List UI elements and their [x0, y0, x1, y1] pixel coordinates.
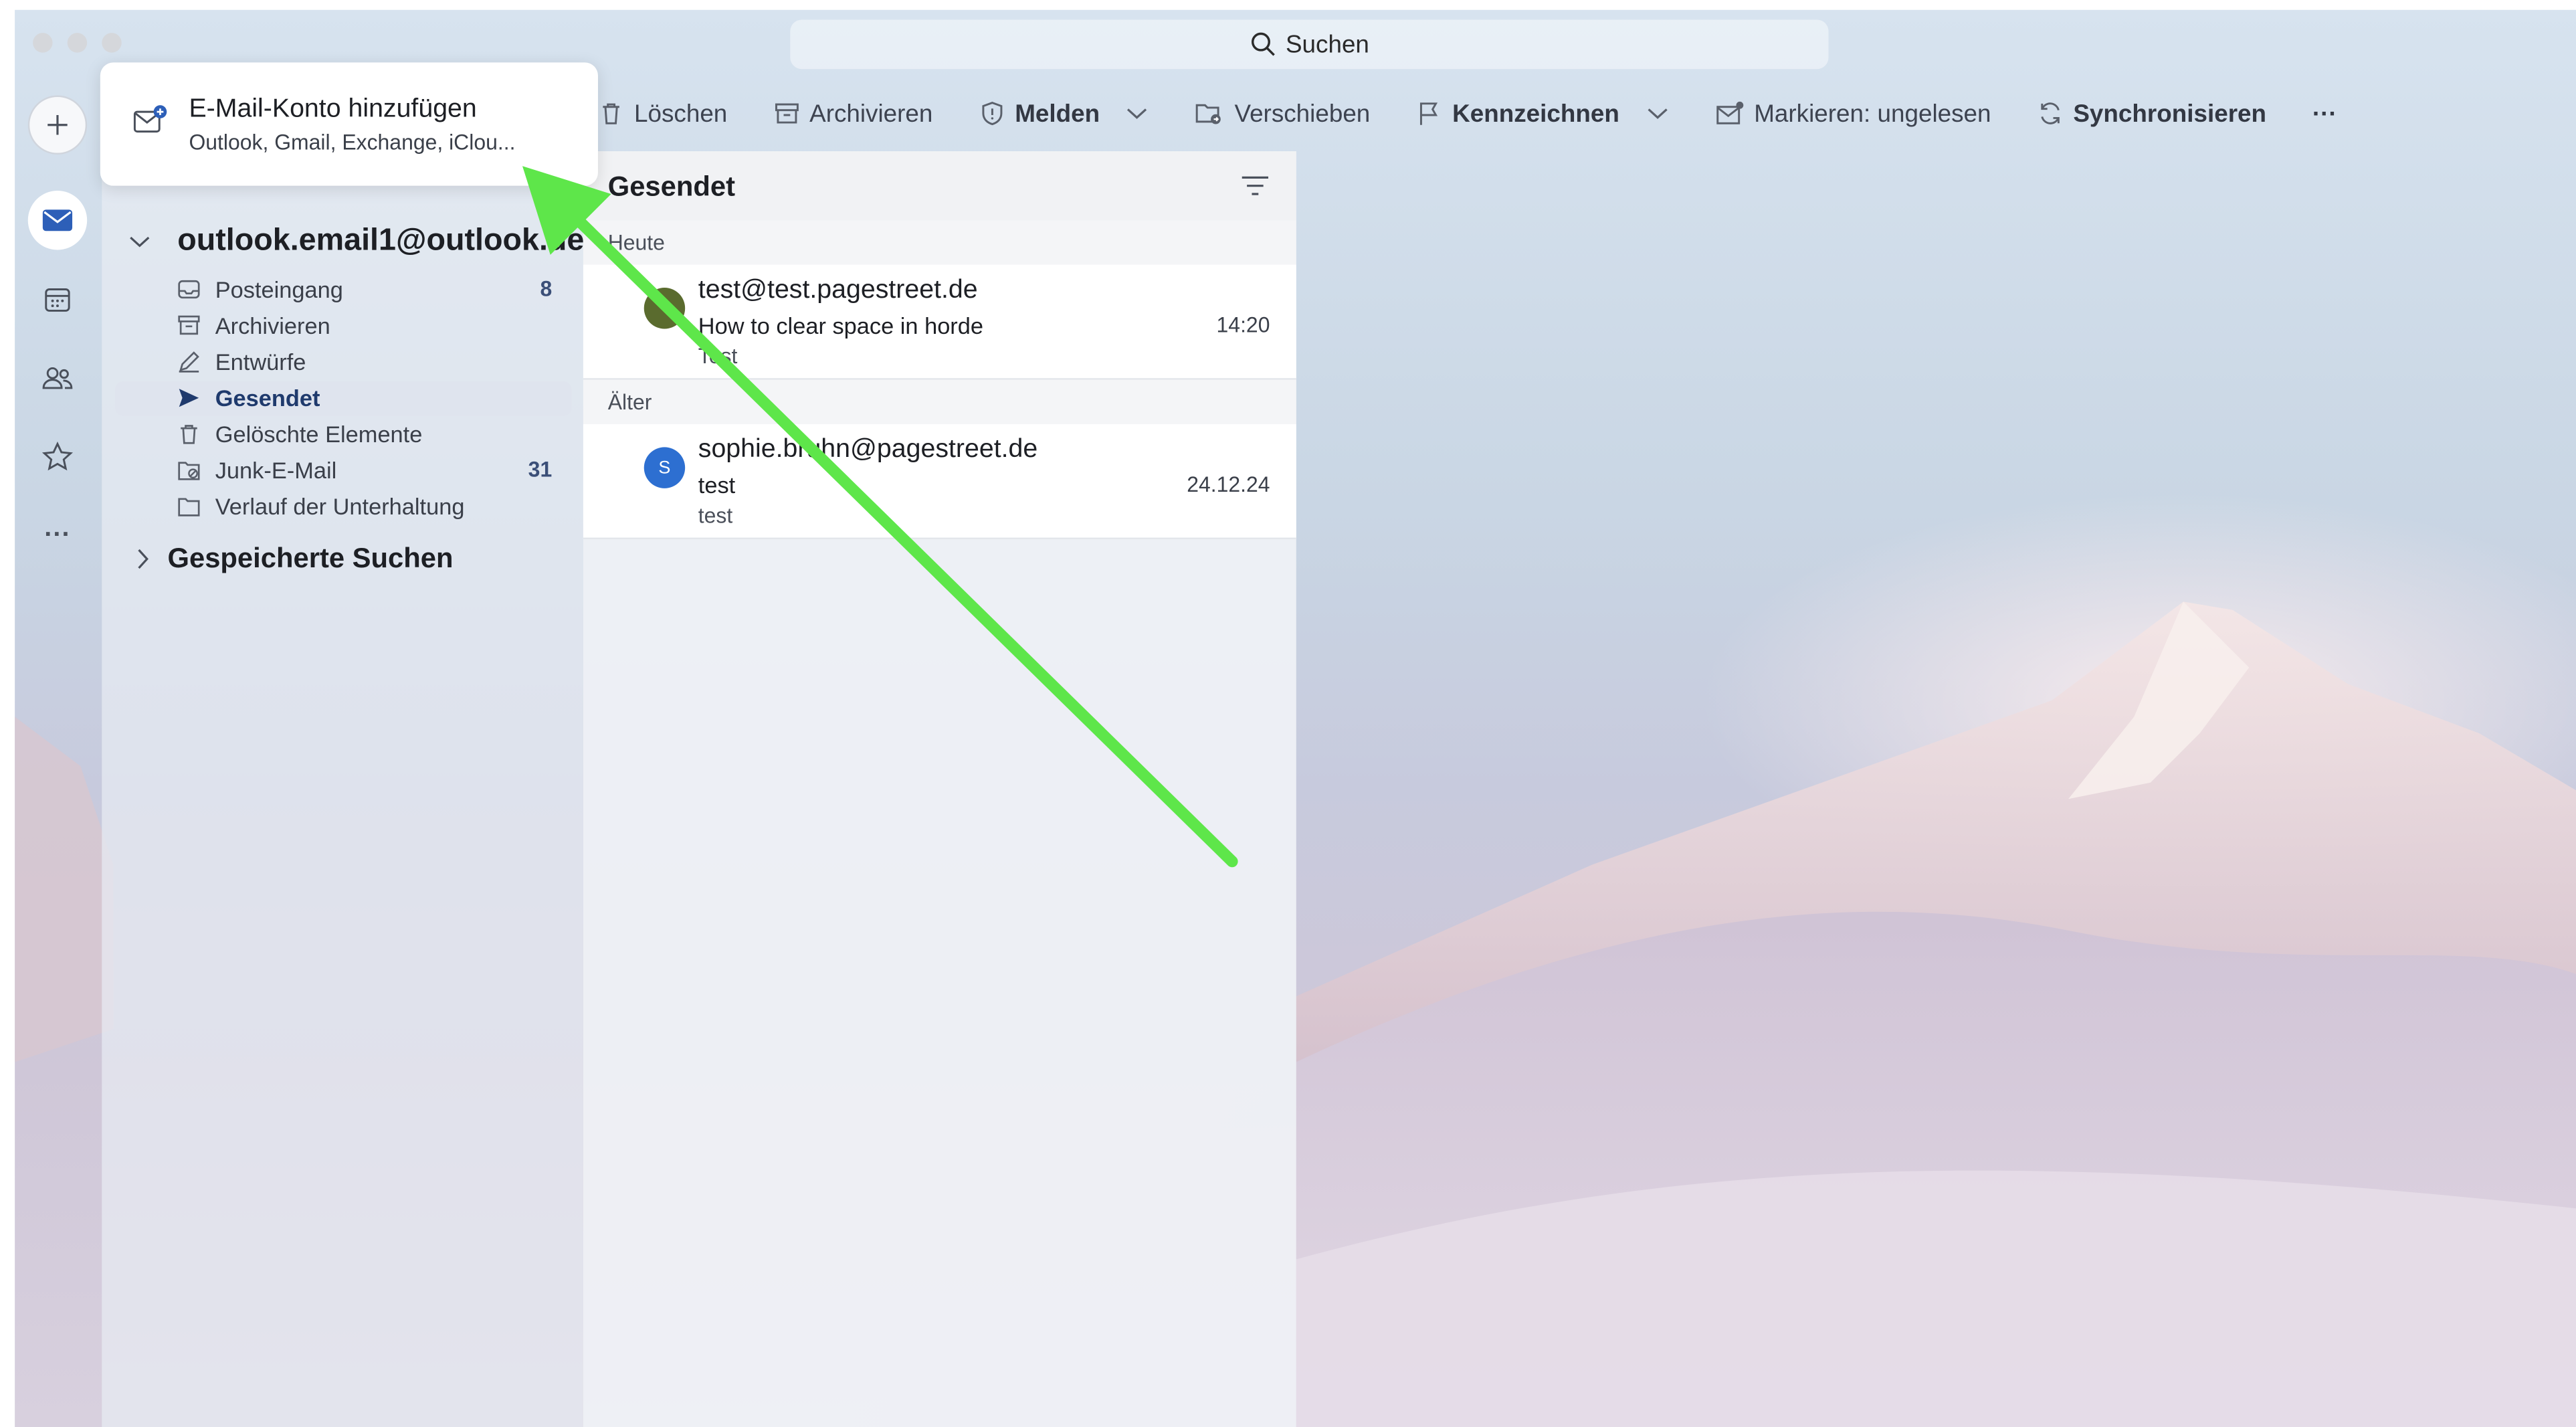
chevron-right-icon [138, 549, 148, 569]
avatar [643, 288, 686, 329]
message-preview: Test [698, 343, 738, 369]
search-label: Suchen [1285, 30, 1369, 59]
flag-button[interactable]: Kennzeichnen [1416, 99, 1668, 128]
message-list-header: Gesendet [583, 151, 1296, 221]
folder-label: Junk-E-Mail [215, 457, 337, 484]
star-icon [41, 442, 74, 471]
chevron-down-icon [130, 236, 150, 248]
report-button[interactable]: Melden [979, 99, 1149, 128]
search-icon [1250, 32, 1274, 56]
folder-label: Archivieren [215, 312, 330, 339]
shield-icon [981, 102, 1002, 126]
people-icon [42, 367, 73, 389]
delete-button[interactable]: Löschen [598, 99, 728, 128]
more-apps-label: ··· [44, 520, 71, 549]
plus-icon [47, 115, 68, 135]
calendar-app-button[interactable] [28, 270, 87, 328]
chevron-down-icon[interactable] [1646, 105, 1668, 122]
add-mail-account-icon [133, 105, 167, 133]
app-rail: ··· [15, 76, 102, 1427]
toolbar: Löschen Archivieren Melden Verschieben K… [598, 89, 2576, 138]
move-button[interactable]: Verschieben [1195, 99, 1371, 128]
avatar: S [643, 447, 686, 488]
unread-count: 8 [540, 276, 553, 301]
archive-button[interactable]: Archivieren [773, 99, 933, 128]
move-label: Verschieben [1234, 99, 1371, 128]
folder-move-icon [1196, 104, 1221, 124]
folder-label: Verlauf der Unterhaltung [215, 493, 465, 520]
folder-inbox[interactable]: Posteingang 8 [115, 273, 572, 308]
mark-unread-label: Markieren: ungelesen [1754, 99, 1991, 128]
trash-icon [603, 103, 619, 124]
mail-app-button[interactable] [27, 191, 88, 250]
archive-icon [775, 103, 799, 124]
folder-drafts[interactable]: Entwürfe [115, 345, 572, 380]
folder-label: Gesendet [215, 385, 320, 411]
calendar-icon [45, 288, 70, 312]
folder-archive[interactable]: Archivieren [115, 309, 572, 344]
archive-label: Archivieren [809, 99, 933, 128]
folder-junk[interactable]: Junk-E-Mail 31 [115, 454, 572, 488]
flag-icon [1419, 102, 1438, 125]
message-subject: How to clear space in horde [698, 312, 984, 339]
more-apps-button[interactable]: ··· [28, 506, 87, 565]
account-name: outlook.email1@outlook.de [177, 223, 585, 258]
trash-icon [181, 425, 197, 444]
unread-count: 31 [528, 457, 553, 482]
folder-deleted[interactable]: Gelöschte Elemente [115, 417, 572, 452]
minimize-window-button[interactable] [67, 33, 88, 53]
popup-subtitle: Outlook, Gmail, Exchange, iClou... [189, 130, 516, 155]
flag-label: Kennzeichnen [1452, 99, 1619, 128]
people-app-button[interactable] [28, 349, 87, 407]
folder-icon [178, 498, 200, 516]
outlook-window: Suchen Löschen Archivieren Melden Versch… [15, 9, 2576, 1427]
message-list-title: Gesendet [607, 171, 736, 203]
message-time: 24.12.24 [1187, 472, 1270, 497]
saved-searches-label: Gespeicherte Suchen [167, 542, 454, 574]
junk-folder-icon [178, 462, 200, 480]
folder-label: Entwürfe [215, 348, 306, 375]
message-item[interactable]: S sophie.bruhn@pagestreet.de test test 2… [583, 424, 1296, 540]
more-options-button[interactable]: ··· [2312, 100, 2337, 128]
mail-icon [42, 209, 73, 231]
delete-label: Löschen [634, 99, 728, 128]
message-time: 14:20 [1216, 312, 1270, 337]
window-controls [33, 33, 122, 53]
favorites-app-button[interactable] [28, 427, 87, 486]
pencil-icon [179, 351, 199, 373]
chevron-down-icon[interactable] [1126, 105, 1149, 122]
message-subject: test [698, 472, 736, 498]
add-account-popup[interactable]: E-Mail-Konto hinzufügen Outlook, Gmail, … [100, 62, 598, 186]
message-sender: sophie.bruhn@pagestreet.de [698, 436, 1038, 464]
close-window-button[interactable] [33, 33, 53, 53]
more-label: ··· [2312, 99, 2337, 128]
envelope-unread-icon [1716, 101, 1743, 124]
filter-icon[interactable] [1240, 174, 1270, 197]
zoom-window-button[interactable] [102, 33, 122, 53]
sync-button[interactable]: Synchronisieren [2037, 99, 2267, 128]
folder-sent[interactable]: Gesendet [114, 381, 572, 416]
send-icon [179, 389, 199, 407]
folder-pane: outlook.email1@outlook.de Posteingang 8 … [102, 151, 585, 1427]
saved-searches-header[interactable]: Gespeicherte Suchen [134, 543, 453, 575]
folder-label: Gelöschte Elemente [215, 421, 423, 448]
new-mail-button[interactable] [27, 95, 88, 155]
sync-icon [2041, 102, 2060, 124]
inbox-icon [178, 280, 200, 299]
message-preview: test [698, 502, 733, 528]
popup-title: E-Mail-Konto hinzufügen [189, 95, 477, 124]
message-sender: test@test.pagestreet.de [698, 276, 978, 304]
group-header-older: Älter [583, 379, 1296, 425]
message-item[interactable]: test@test.pagestreet.de How to clear spa… [583, 264, 1296, 380]
mark-unread-button[interactable]: Markieren: ungelesen [1714, 99, 1991, 128]
group-header-today: Heute [583, 220, 1296, 265]
archive-icon [178, 315, 200, 335]
message-list: Gesendet Heute test@test.pagestreet.de H… [583, 151, 1296, 1427]
sync-label: Synchronisieren [2073, 99, 2267, 128]
account-header[interactable]: outlook.email1@outlook.de [128, 223, 585, 260]
search-box[interactable]: Suchen [790, 19, 1829, 70]
report-label: Melden [1015, 99, 1100, 128]
folder-conversation-history[interactable]: Verlauf der Unterhaltung [115, 490, 572, 525]
folder-label: Posteingang [215, 276, 343, 303]
